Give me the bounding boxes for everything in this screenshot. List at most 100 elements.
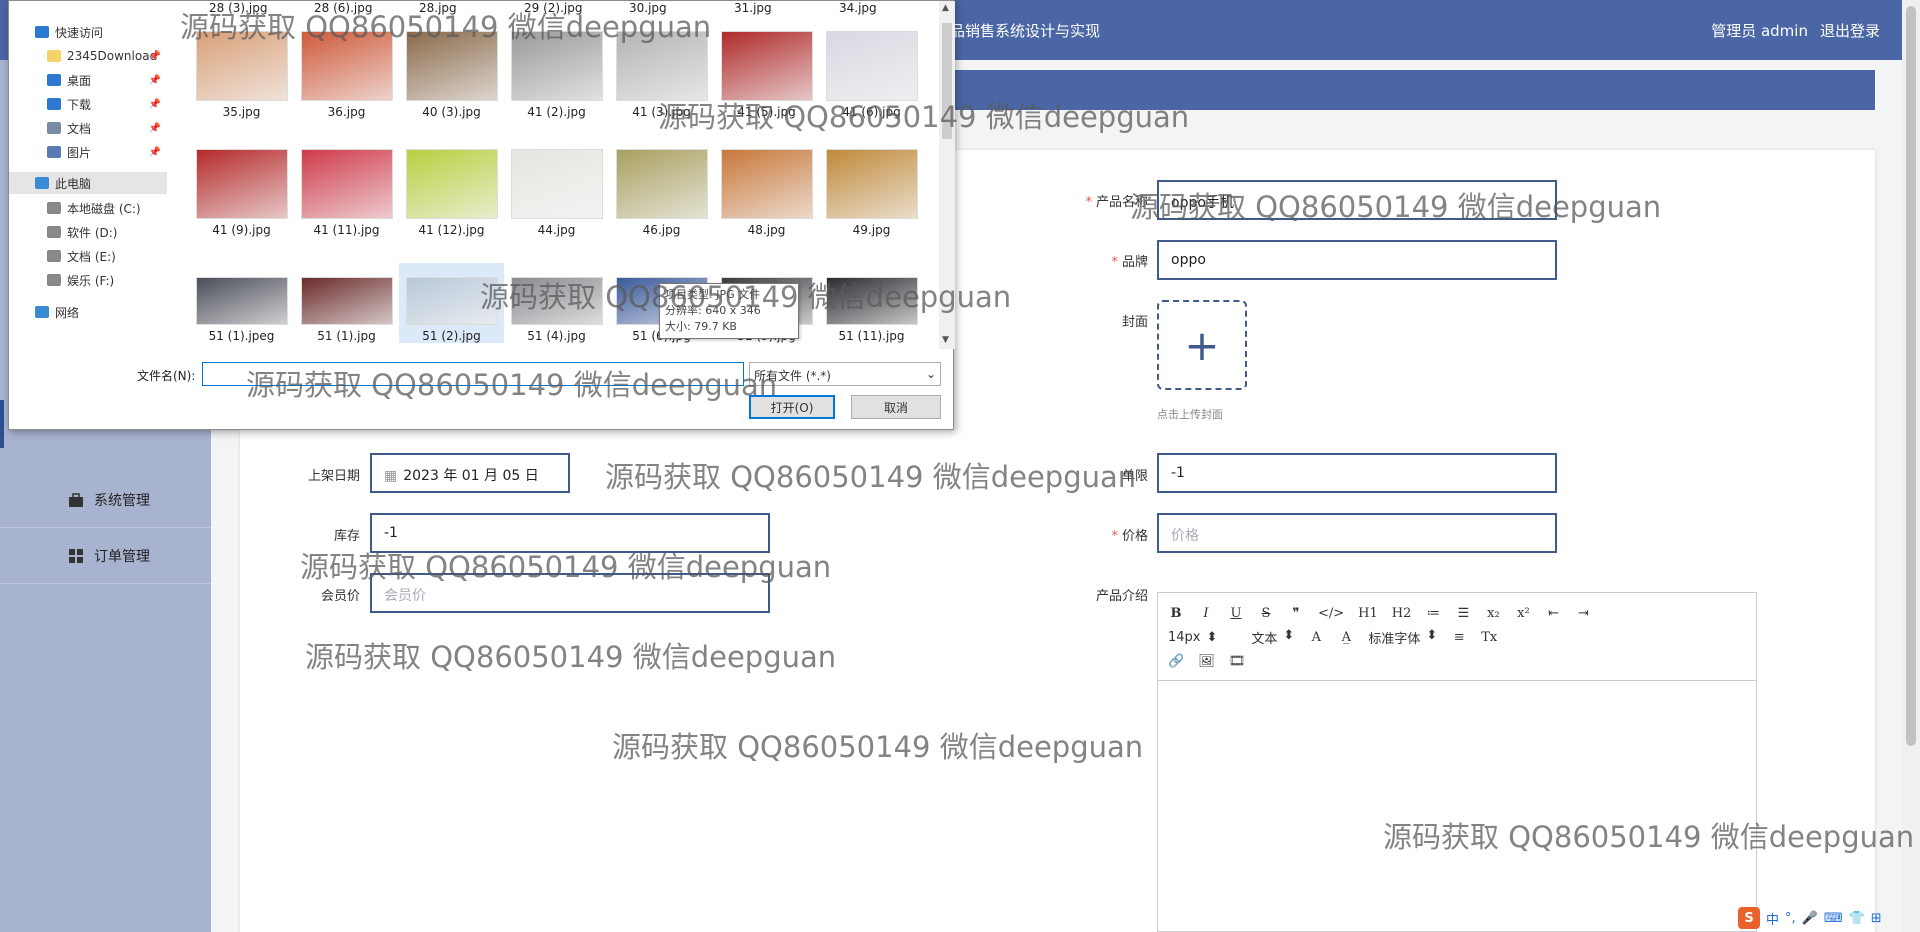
file-name-label[interactable]: 28 (6).jpg <box>314 1 372 15</box>
image-icon[interactable]: 🖼 <box>1198 654 1215 669</box>
editor-toolbar-row-1: B I U S ❞ </> H1 H2 ≔ ☰ x₂ x² ⇤ ⇥ <box>1168 601 1746 625</box>
file-name-label[interactable]: 31.jpg <box>734 1 772 15</box>
nav-item[interactable]: 文档 (E:) <box>9 245 167 267</box>
logout-link[interactable]: 退出登录 <box>1820 20 1880 41</box>
file-name-label: 41 (2).jpg <box>527 105 586 119</box>
nav-item[interactable]: 文档 📌 <box>9 117 167 139</box>
file-thumbnail[interactable]: 46.jpg <box>609 145 714 237</box>
punctuation-icon[interactable]: °, <box>1785 911 1796 926</box>
file-name-label: 51 (1).jpg <box>317 329 376 343</box>
sogou-logo-icon[interactable]: S <box>1738 907 1760 929</box>
product-name-input[interactable]: oppo手机 <box>1157 180 1557 220</box>
brand-input[interactable]: oppo <box>1157 240 1557 280</box>
file-thumbnail[interactable]: 41 (12).jpg <box>399 145 504 237</box>
rich-text-editor[interactable]: B I U S ❞ </> H1 H2 ≔ ☰ x₂ x² ⇤ ⇥ 14px ⬍ … <box>1157 592 1757 932</box>
strikethrough-button[interactable]: S <box>1258 606 1274 621</box>
background-color-button[interactable]: A̲ <box>1338 630 1354 645</box>
page-scrollbar[interactable] <box>1902 0 1920 932</box>
scroll-up-icon[interactable]: ▲ <box>942 3 949 13</box>
superscript-button[interactable]: x² <box>1515 606 1531 621</box>
bold-button[interactable]: B <box>1168 606 1184 621</box>
toolbox-icon[interactable]: ⊞ <box>1871 911 1882 926</box>
nav-item[interactable]: 此电脑 <box>9 172 167 194</box>
clear-format-button[interactable]: Tx <box>1481 630 1497 645</box>
file-thumbnail[interactable]: 51 (1).jpg <box>294 263 399 343</box>
file-thumbnail[interactable]: 36.jpg <box>294 27 399 119</box>
block-type-select[interactable]: 文本 ⬍ <box>1251 628 1294 647</box>
nav-item-label: 文档 <box>67 121 92 136</box>
file-name-label[interactable]: 28 (3).jpg <box>209 1 267 15</box>
image-thumbnail <box>195 31 288 101</box>
page-scrollbar-thumb[interactable] <box>1906 6 1916 746</box>
file-thumbnail[interactable]: 40 (3).jpg <box>399 27 504 119</box>
scroll-down-icon[interactable]: ▼ <box>942 335 949 345</box>
member-price-input[interactable]: 会员价 <box>370 573 770 613</box>
network-icon <box>35 306 49 318</box>
microphone-icon[interactable]: 🎤 <box>1802 911 1818 926</box>
file-name-label[interactable]: 28.jpg <box>419 1 457 15</box>
subscript-button[interactable]: x₂ <box>1485 606 1501 621</box>
sidebar-item-order-management[interactable]: 订单管理 <box>0 528 211 584</box>
file-thumbnail[interactable]: 35.jpg <box>189 27 294 119</box>
nav-item[interactable]: 软件 (D:) <box>9 221 167 243</box>
file-thumbnail[interactable]: 41 (3).jpg <box>609 27 714 119</box>
h2-button[interactable]: H2 <box>1392 606 1412 621</box>
price-input[interactable]: 价格 <box>1157 513 1557 553</box>
file-name-label: 44.jpg <box>537 223 576 237</box>
nav-item[interactable]: 桌面 📌 <box>9 69 167 91</box>
h1-button[interactable]: H1 <box>1358 606 1378 621</box>
font-color-button[interactable]: A <box>1308 630 1324 645</box>
file-thumbnail[interactable]: 48.jpg <box>714 145 819 237</box>
file-thumbnail[interactable]: 51 (2).jpg <box>399 263 504 343</box>
font-family-select[interactable]: 标准字体 ⬍ <box>1368 628 1437 647</box>
file-thumbnail[interactable]: 41 (2).jpg <box>504 27 609 119</box>
video-icon[interactable]: 🎞 <box>1229 654 1246 669</box>
code-button[interactable]: </> <box>1318 606 1344 621</box>
drive-icon <box>47 274 61 286</box>
italic-button[interactable]: I <box>1198 606 1214 621</box>
nav-item[interactable]: 本地磁盘 (C:) <box>9 197 167 219</box>
nav-item[interactable]: 快速访问 <box>9 21 167 43</box>
nav-item[interactable]: 下载 📌 <box>9 93 167 115</box>
font-size-select[interactable]: 14px ⬍ <box>1168 630 1217 645</box>
ime-toolbar[interactable]: S 中 °, 🎤 ⌨ 👕 ⊞ <box>1738 907 1882 929</box>
stock-input[interactable]: -1 <box>370 513 770 553</box>
blockquote-button[interactable]: ❞ <box>1288 606 1304 621</box>
keyboard-icon[interactable]: ⌨ <box>1824 911 1843 926</box>
file-thumbnail[interactable]: 51 (4).jpg <box>504 263 609 343</box>
cancel-button[interactable]: 取消 <box>851 395 941 419</box>
align-button[interactable]: ≡ <box>1451 630 1467 645</box>
file-name-label[interactable]: 34.jpg <box>839 1 877 15</box>
file-thumbnail[interactable]: 41 (9).jpg <box>189 145 294 237</box>
nav-item[interactable]: 网络 <box>9 301 167 323</box>
nav-item[interactable]: 2345Download 📌 <box>9 45 167 67</box>
chinese-mode-icon[interactable]: 中 <box>1766 909 1779 928</box>
sidebar-item-system-management[interactable]: 系统管理 <box>0 472 211 528</box>
file-name-label[interactable]: 29 (2).jpg <box>524 1 582 15</box>
file-grid-scrollbar-thumb[interactable] <box>942 23 952 139</box>
underline-button[interactable]: U <box>1228 606 1244 621</box>
file-thumbnail[interactable]: 49.jpg <box>819 145 924 237</box>
cover-upload-button[interactable]: + <box>1157 300 1247 390</box>
file-type-filter[interactable]: 所有文件 (*.*) ⌄ <box>749 362 941 386</box>
file-name-label[interactable]: 30.jpg <box>629 1 667 15</box>
outdent-button[interactable]: ⇤ <box>1545 606 1561 621</box>
indent-button[interactable]: ⇥ <box>1575 606 1591 621</box>
link-icon[interactable]: 🔗 <box>1168 654 1184 669</box>
shelf-date-picker[interactable]: ▦ 2023 年 01 月 05 日 <box>370 453 570 493</box>
file-thumbnail[interactable]: 44.jpg <box>504 145 609 237</box>
limit-input[interactable]: -1 <box>1157 453 1557 493</box>
nav-item[interactable]: 娱乐 (F:) <box>9 269 167 291</box>
filename-input[interactable] <box>202 362 744 386</box>
skin-icon[interactable]: 👕 <box>1849 911 1865 926</box>
ordered-list-button[interactable]: ≔ <box>1425 606 1441 621</box>
nav-item[interactable]: 图片 📌 <box>9 141 167 163</box>
file-thumbnail[interactable]: 51 (11).jpg <box>819 263 924 343</box>
bullet-list-button[interactable]: ☰ <box>1455 606 1471 621</box>
file-thumbnail[interactable]: 51 (1).jpeg <box>189 263 294 343</box>
open-button[interactable]: 打开(O) <box>749 395 835 419</box>
file-thumbnail[interactable]: 41 (5).jpg <box>714 27 819 119</box>
file-grid-scrollbar[interactable]: ▲ ▼ <box>939 1 955 349</box>
file-thumbnail[interactable]: 41 (6).jpg <box>819 27 924 119</box>
file-thumbnail[interactable]: 41 (11).jpg <box>294 145 399 237</box>
